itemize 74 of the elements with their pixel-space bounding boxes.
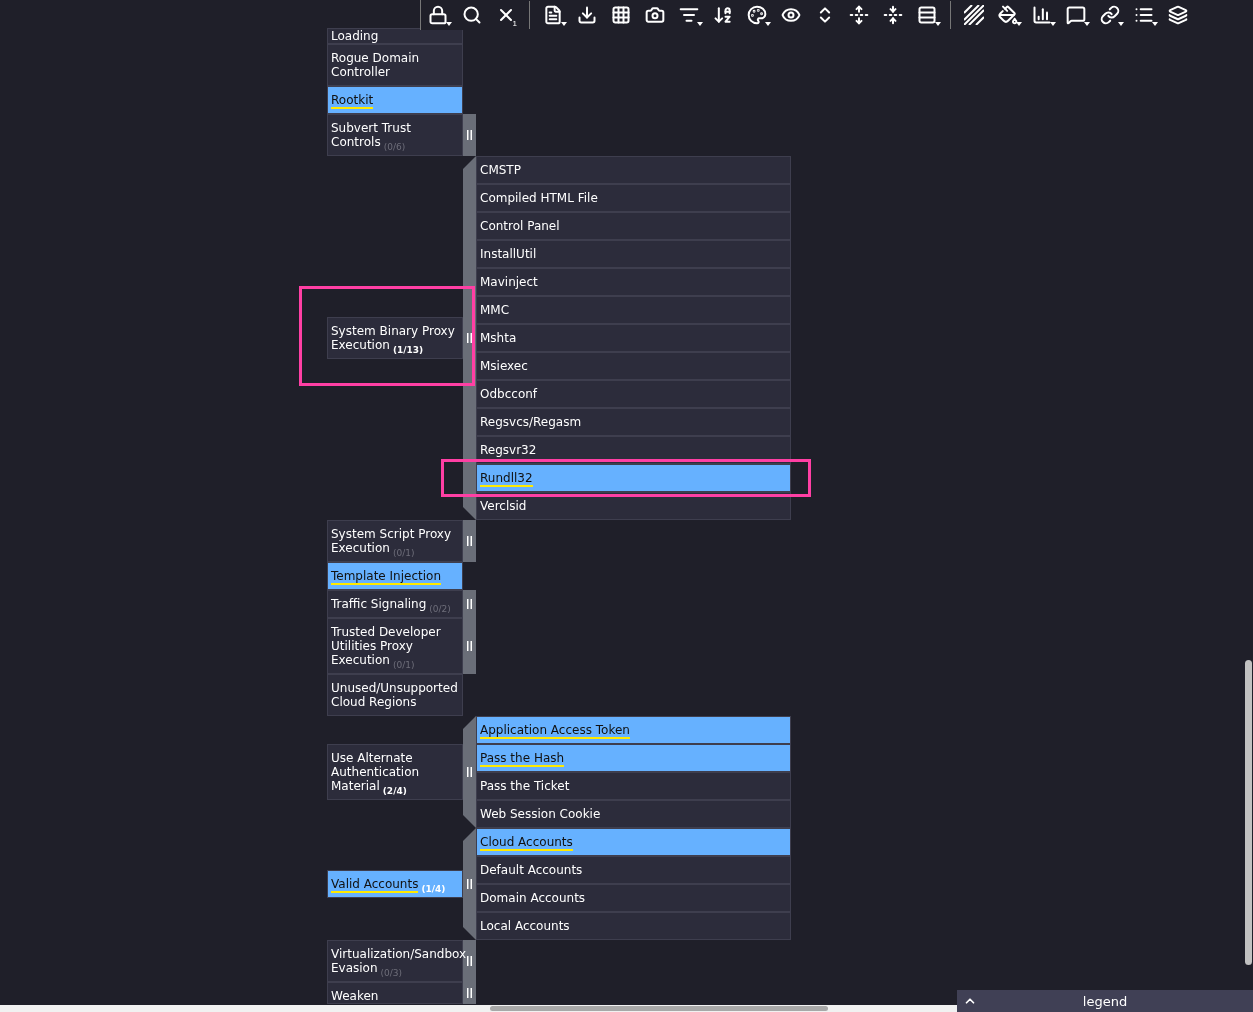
grip-icon <box>467 988 472 998</box>
search-icon <box>462 5 482 25</box>
technique-cell[interactable]: Weaken <box>327 982 463 1004</box>
subtechnique-cell[interactable]: Control Panel <box>476 212 791 240</box>
link-icon <box>1100 5 1120 25</box>
layers-icon <box>1168 5 1188 25</box>
technique-cell[interactable]: Loading <box>327 28 463 44</box>
grip-icon <box>467 956 472 966</box>
subtechnique-cell[interactable]: Application Access Token <box>476 716 791 744</box>
clear-count: 1 <box>512 19 517 28</box>
technique-cell[interactable]: Use Alternate Authentication Material $_{(2/4)}$ <box>327 744 463 800</box>
subtechnique-cell[interactable]: CMSTP <box>476 156 791 184</box>
palette-icon <box>747 5 767 25</box>
stripes-icon <box>964 5 984 25</box>
grip-icon <box>467 536 472 546</box>
expand-handle[interactable] <box>463 520 476 562</box>
expand-handle[interactable] <box>463 114 476 156</box>
subtechnique-cell[interactable]: Regsvcs/Regasm <box>476 408 791 436</box>
grip-icon <box>467 333 472 343</box>
grid-icon <box>611 5 631 25</box>
subtechnique-cell[interactable]: Mavinject <box>476 268 791 296</box>
grip-icon <box>467 879 472 889</box>
technique-cell[interactable]: System Binary Proxy Execution $_{(1/13)}$ <box>327 317 463 359</box>
technique-cell[interactable]: Rogue Domain Controller <box>327 44 463 86</box>
download-icon <box>577 5 597 25</box>
subtechnique-cell[interactable]: Local Accounts <box>476 912 791 940</box>
subtechnique-cell[interactable]: InstallUtil <box>476 240 791 268</box>
subtechnique-cell[interactable]: Pass the Ticket <box>476 772 791 800</box>
collapse-icon <box>883 5 903 25</box>
technique-cell[interactable]: Rootkit <box>327 86 463 114</box>
subtechnique-cell[interactable]: Odbcconf <box>476 380 791 408</box>
technique-cell[interactable]: Unused/Unsupported Cloud Regions <box>327 674 463 716</box>
subtechnique-cell[interactable]: Default Accounts <box>476 856 791 884</box>
grip-icon <box>467 130 472 140</box>
technique-cell[interactable]: System Script Proxy Execution $_{(0/1)}$ <box>327 520 463 562</box>
camera-icon <box>645 5 665 25</box>
grip-icon <box>467 641 472 651</box>
close-button[interactable]: 1 <box>489 1 523 29</box>
subtechnique-cell[interactable]: Compiled HTML File <box>476 184 791 212</box>
expand-handle[interactable] <box>463 590 476 618</box>
technique-cell[interactable]: Traffic Signaling $_{(0/2)}$ <box>327 590 463 618</box>
subtechnique-cell[interactable]: Web Session Cookie <box>476 800 791 828</box>
collapse-handle[interactable] <box>463 156 476 520</box>
eye-icon <box>781 5 801 25</box>
scrollbar-thumb[interactable] <box>1245 660 1252 965</box>
subtechnique-cell[interactable]: Pass the Hash <box>476 744 791 772</box>
expand-handle[interactable] <box>463 618 476 674</box>
document-icon <box>543 5 563 25</box>
expand-icon <box>849 5 869 25</box>
subtechnique-cell[interactable]: Regsvr32 <box>476 436 791 464</box>
subtechnique-cell[interactable]: Cloud Accounts <box>476 828 791 856</box>
subtechnique-cell[interactable]: Msiexec <box>476 352 791 380</box>
table-icon <box>917 5 937 25</box>
technique-cell[interactable]: Trusted Developer Utilities Proxy Execution $_{(0/1)}$ <box>327 618 463 674</box>
grip-icon <box>467 599 472 609</box>
collapse-handle[interactable] <box>463 828 476 940</box>
lock-icon <box>428 5 448 25</box>
subtechnique-cell[interactable]: MMC <box>476 296 791 324</box>
list-icon <box>1134 5 1154 25</box>
subtechnique-cell[interactable]: Mshta <box>476 324 791 352</box>
subtechnique-cell[interactable]: Domain Accounts <box>476 884 791 912</box>
subtechnique-cell[interactable]: Rundll32 <box>476 464 791 492</box>
bar-chart-icon <box>1032 5 1052 25</box>
technique-cell[interactable]: Subvert Trust Controls $_{(0/6)}$ <box>327 114 463 156</box>
comment-icon <box>1066 5 1086 25</box>
paint-bucket-icon <box>998 5 1018 25</box>
scrollbar-thumb[interactable] <box>490 1006 828 1011</box>
expand-handle[interactable] <box>463 982 476 1004</box>
legend-bar[interactable]: legend <box>957 990 1253 1012</box>
technique-cell[interactable]: Template Injection <box>327 562 463 590</box>
grip-icon <box>467 767 472 777</box>
technique-cell[interactable]: Valid Accounts $_{(1/4)}$ <box>327 870 463 898</box>
filter-icon <box>679 5 699 25</box>
sort-icon <box>713 5 733 25</box>
